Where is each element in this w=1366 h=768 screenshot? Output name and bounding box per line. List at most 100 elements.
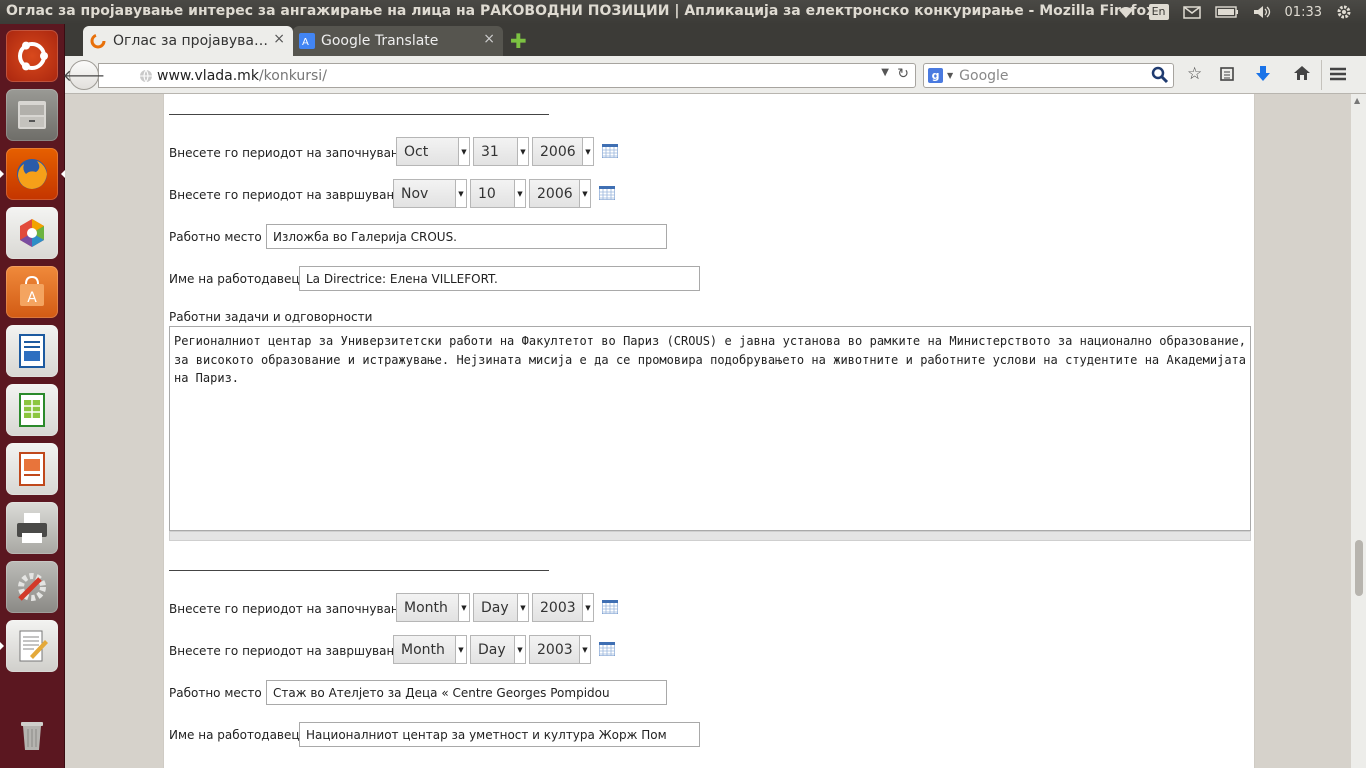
mail-icon[interactable] [1182, 0, 1201, 24]
downloads-icon[interactable] [1255, 65, 1271, 88]
end-month-select[interactable]: Nov ▼ [393, 179, 467, 208]
calendar-icon[interactable] [602, 600, 618, 614]
start-year-select[interactable]: 2003 ▼ [532, 593, 594, 622]
printer-icon [17, 513, 47, 543]
start-period-label: Внесете го периодот на започнување: [169, 602, 414, 616]
text-editor-icon [19, 630, 48, 662]
tab-close-button[interactable]: × [483, 31, 495, 47]
tab-google-translate[interactable]: A Google Translate × [293, 26, 503, 56]
employer-input[interactable]: La Directrice: Елена VILLEFORT. [299, 266, 700, 291]
search-input[interactable]: Google [959, 68, 1008, 84]
end-month-select[interactable]: Month ▼ [393, 635, 467, 664]
photo-viewer-launcher-button[interactable] [6, 207, 58, 259]
start-year-select[interactable]: 2006 ▼ [532, 137, 594, 166]
calc-launcher-button[interactable] [6, 384, 58, 436]
bookmark-star-icon[interactable]: ☆ [1187, 64, 1202, 84]
system-tray: En 01:33 [1117, 0, 1366, 24]
volume-icon[interactable] [1253, 0, 1271, 24]
presentation-icon [19, 452, 45, 486]
chevron-down-icon: ▼ [517, 138, 528, 165]
wifi-icon[interactable] [1117, 0, 1135, 24]
engine-dropdown-icon[interactable]: ▼ [947, 71, 953, 80]
end-period-label: Внесете го периодот на завршување: [169, 188, 409, 202]
svg-text:A: A [27, 290, 37, 306]
files-launcher-button[interactable] [6, 89, 58, 141]
software-center-launcher-button[interactable]: A [6, 266, 58, 318]
impress-launcher-button[interactable] [6, 443, 58, 495]
tab-strip: Оглас за пројавува… × A Google Translate… [65, 24, 1366, 56]
start-period-label: Внесете го периодот на започнување: [169, 146, 414, 160]
google-search-engine-icon[interactable]: g [928, 68, 943, 83]
scrollbar-thumb[interactable] [1355, 540, 1363, 596]
entry-separator [169, 570, 549, 571]
search-icon[interactable] [1151, 66, 1169, 88]
clock[interactable]: 01:33 [1285, 0, 1322, 24]
chevron-down-icon: ▼ [455, 636, 466, 663]
workplace-input[interactable]: Изложба во Галерија CROUS. [266, 224, 667, 249]
scroll-up-icon[interactable]: ▲ [1354, 96, 1360, 105]
chevron-down-icon: ▼ [514, 180, 525, 207]
svg-text:A: A [302, 37, 309, 48]
unity-launcher: A [0, 24, 65, 768]
end-year-select[interactable]: 2006 ▼ [529, 179, 591, 208]
chevron-down-icon: ▼ [455, 180, 466, 207]
file-cabinet-icon [18, 101, 46, 129]
back-arrow-icon: 🡐 [62, 66, 106, 85]
start-month-select[interactable]: Oct ▼ [396, 137, 470, 166]
employer-label: Име на работодавец [169, 272, 300, 286]
employer-label: Име на работодавец [169, 728, 300, 742]
navigation-toolbar: www.vlada.mk/konkursi/ ▼ ↻ 🡐 g ▼ Google … [63, 56, 1366, 94]
top-panel: Оглас за пројавување интерес за ангажира… [0, 0, 1366, 24]
bookmarks-menu-icon[interactable] [1219, 66, 1235, 87]
printer-launcher-button[interactable] [6, 502, 58, 554]
loading-favicon-icon [90, 33, 106, 49]
textarea-footer-bar [169, 531, 1251, 541]
end-period-label: Внесете го периодот на завршување: [169, 644, 409, 658]
workplace-label: Работно место [169, 686, 262, 700]
chevron-down-icon: ▼ [579, 636, 590, 663]
workplace-input[interactable]: Стаж во Ателјето за Деца « Centre George… [266, 680, 667, 705]
chevron-down-icon: ▼ [582, 594, 593, 621]
chevron-down-icon: ▼ [458, 594, 469, 621]
chevron-down-icon: ▼ [579, 180, 590, 207]
url-history-dropdown-icon[interactable]: ▼ [881, 67, 889, 78]
chevron-down-icon: ▼ [582, 138, 593, 165]
duties-textarea[interactable]: Регионалниот центар за Универзитетски ра… [169, 326, 1251, 531]
new-tab-button[interactable]: ✚ [510, 29, 527, 53]
system-settings-launcher-button[interactable] [6, 561, 58, 613]
chevron-down-icon: ▼ [458, 138, 469, 165]
vertical-scrollbar[interactable]: ▲ [1351, 94, 1366, 768]
chevron-down-icon: ▼ [517, 594, 528, 621]
spreadsheet-icon [19, 393, 45, 427]
search-bar[interactable]: g ▼ Google [923, 63, 1174, 88]
firefox-launcher-button[interactable] [6, 148, 58, 200]
calendar-icon[interactable] [602, 144, 618, 158]
start-day-select[interactable]: Day ▼ [473, 593, 529, 622]
chevron-down-icon: ▼ [514, 636, 525, 663]
url-domain: www.vlada.mk [157, 67, 259, 84]
ubuntu-logo-icon [18, 41, 48, 71]
tab-oglas[interactable]: Оглас за пројавува… × [83, 26, 293, 56]
back-button[interactable]: 🡐 [63, 60, 105, 90]
trash-icon [21, 722, 43, 750]
calendar-icon[interactable] [599, 642, 615, 656]
writer-launcher-button[interactable] [6, 325, 58, 377]
home-icon[interactable] [1293, 65, 1311, 86]
battery-icon[interactable] [1214, 0, 1239, 24]
ubuntu-dash-button[interactable] [6, 30, 58, 82]
employer-input[interactable]: Националниот центар за уметност и култур… [299, 722, 700, 747]
tab-close-button[interactable]: × [273, 31, 285, 47]
keyboard-layout-indicator[interactable]: En [1148, 0, 1169, 24]
url-bar[interactable]: www.vlada.mk/konkursi/ ▼ ↻ [98, 63, 916, 88]
end-day-select[interactable]: 10 ▼ [470, 179, 526, 208]
gear-icon[interactable] [1336, 0, 1352, 24]
end-year-select[interactable]: 2003 ▼ [529, 635, 591, 664]
start-month-select[interactable]: Month ▼ [396, 593, 470, 622]
text-editor-launcher-button[interactable] [6, 620, 58, 672]
menu-icon[interactable] [1329, 66, 1347, 87]
trash-launcher-button[interactable] [6, 708, 58, 760]
start-day-select[interactable]: 31 ▼ [473, 137, 529, 166]
end-day-select[interactable]: Day ▼ [470, 635, 526, 664]
reload-icon[interactable]: ↻ [897, 66, 909, 82]
calendar-icon[interactable] [599, 186, 615, 200]
